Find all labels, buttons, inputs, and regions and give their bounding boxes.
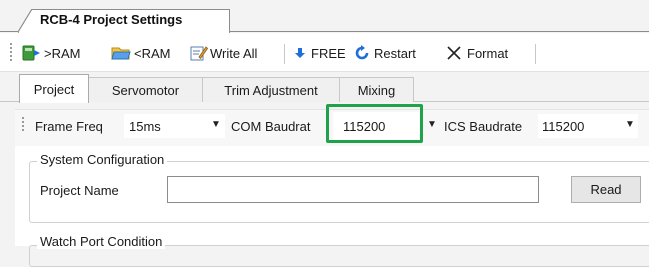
format-label: Format [467, 45, 509, 61]
free-label: FREE [311, 45, 346, 61]
frame-freq-value: 15ms [129, 119, 161, 134]
frame-freq-label: Frame Freq [35, 119, 103, 134]
tab-project[interactable]: Project [19, 74, 89, 103]
write-all-label: Write All [210, 45, 258, 61]
tab-label: Servomotor [111, 82, 180, 98]
from-ram-button[interactable]: <RAM [110, 44, 170, 62]
read-button[interactable]: Read [571, 176, 641, 203]
from-ram-label: <RAM [134, 45, 171, 61]
chevron-down-icon[interactable]: ▼ [427, 119, 437, 130]
restart-icon [355, 45, 369, 60]
from-ram-icon [111, 47, 131, 60]
restart-button[interactable]: Restart [354, 44, 416, 62]
toolbar-grip[interactable] [10, 43, 13, 63]
write-all-button[interactable]: Write All [190, 44, 257, 62]
format-button[interactable]: Format [446, 44, 508, 62]
project-name-label: Project Name [40, 183, 119, 198]
chevron-down-icon[interactable]: ▼ [211, 119, 221, 130]
tab-servomotor[interactable]: Servomotor [88, 77, 203, 102]
document-tab-title: RCB-4 Project Settings [40, 12, 183, 27]
highlight-box [326, 104, 423, 143]
restart-label: Restart [374, 45, 416, 61]
tab-label: Project [33, 81, 75, 97]
toolbar-separator [535, 44, 536, 64]
close-x-icon [447, 46, 461, 60]
ics-baudrate-label: ICS Baudrate [444, 119, 523, 134]
options-grip[interactable] [22, 117, 25, 133]
project-name-input[interactable] [167, 176, 539, 203]
tab-label: Trim Adjustment [224, 82, 318, 98]
tab-label: Mixing [357, 82, 396, 98]
arrow-down-icon [295, 48, 305, 58]
tab-trim-adjustment[interactable]: Trim Adjustment [202, 77, 340, 102]
watch-port-title: Watch Port Condition [37, 234, 166, 249]
system-configuration-title: System Configuration [37, 152, 168, 167]
read-button-label: Read [590, 182, 622, 197]
chevron-down-icon[interactable]: ▼ [625, 119, 635, 130]
free-button[interactable]: FREE [294, 44, 346, 62]
to-ram-icon [22, 45, 40, 61]
to-ram-label: >RAM [44, 45, 81, 61]
toolbar-separator [284, 44, 285, 64]
to-ram-button[interactable]: >RAM [22, 44, 80, 62]
write-all-icon [190, 46, 208, 61]
ics-baudrate-value: 115200 [542, 119, 585, 134]
com-baudrate-label: COM Baudrat [231, 119, 311, 134]
tab-mixing[interactable]: Mixing [339, 77, 414, 102]
